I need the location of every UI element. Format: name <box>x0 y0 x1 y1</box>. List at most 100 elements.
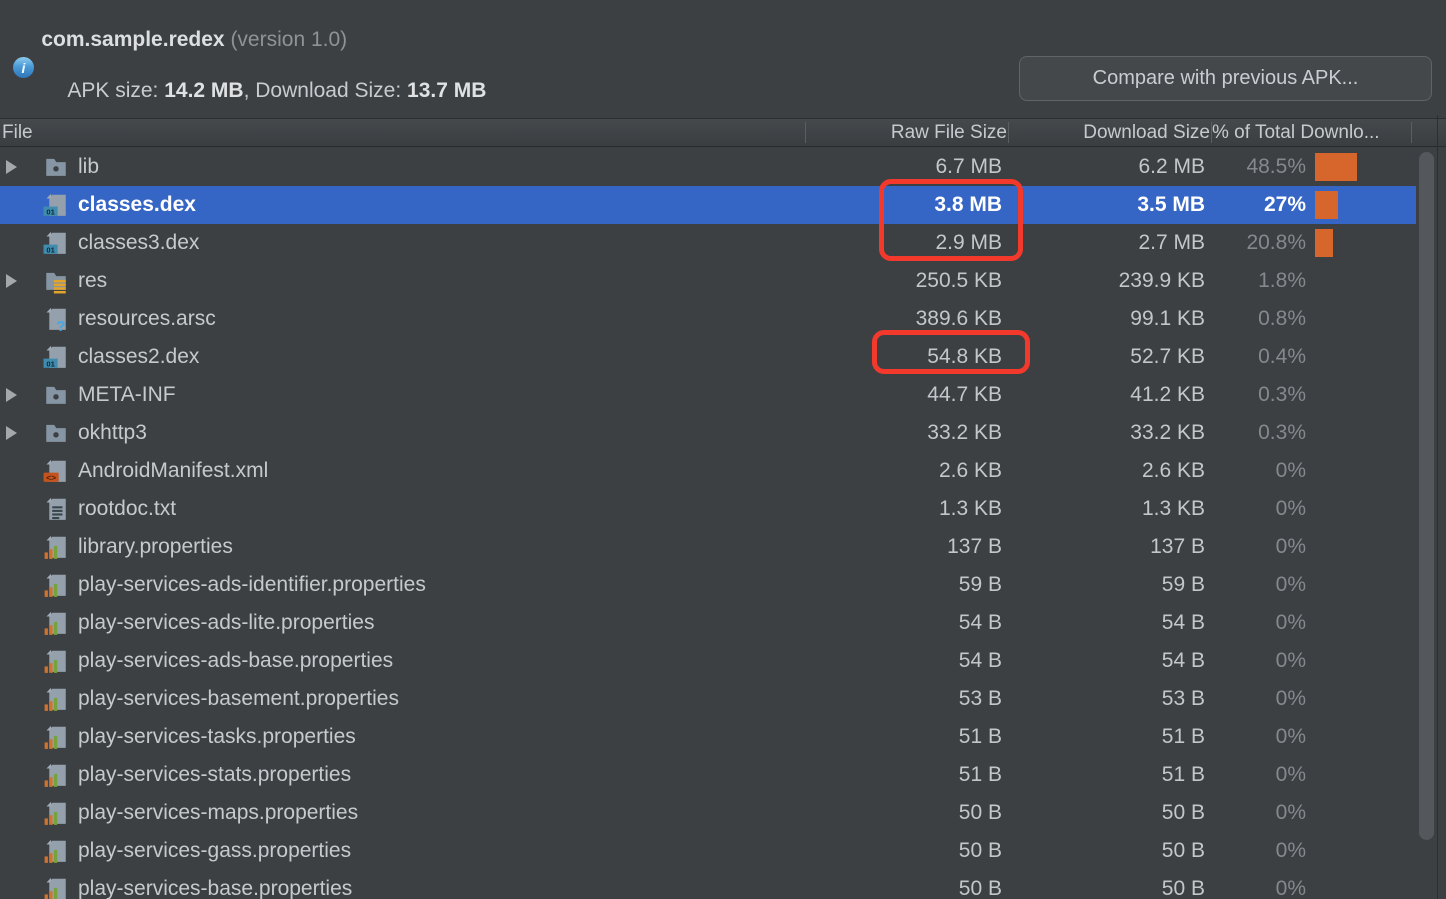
vertical-scrollbar-thumb[interactable] <box>1419 152 1434 840</box>
raw-size-cell: 250.5 KB <box>915 269 1002 292</box>
percent-cell: 0% <box>1275 725 1306 748</box>
file-name: play-services-stats.properties <box>78 763 352 786</box>
download-size-label: , Download Size: <box>243 79 408 102</box>
raw-size-cell: 33.2 KB <box>927 421 1002 444</box>
panel-right-border <box>1437 115 1438 899</box>
svg-text:01: 01 <box>46 359 54 368</box>
properties-file-icon <box>43 724 69 750</box>
raw-size-cell: 51 B <box>958 763 1002 786</box>
table-row[interactable]: <> AndroidManifest.xml 2.6 KB 2.6 KB 0% <box>0 452 1416 490</box>
column-divider[interactable] <box>1008 122 1009 143</box>
raw-size-cell: 53 B <box>958 687 1002 710</box>
download-size-cell: 54 B <box>1161 649 1205 672</box>
percent-cell: 0% <box>1275 687 1306 710</box>
expand-arrow-icon[interactable] <box>6 388 17 402</box>
table-row[interactable]: play-services-ads-lite.properties 54 B 5… <box>0 604 1416 642</box>
download-size-cell: 52.7 KB <box>1130 345 1205 368</box>
raw-size-cell: 50 B <box>958 877 1002 899</box>
properties-file-icon <box>43 800 69 826</box>
table-row[interactable]: play-services-ads-base.properties 54 B 5… <box>0 642 1416 680</box>
percent-cell: 0% <box>1275 801 1306 824</box>
apk-size-label: APK size: <box>67 79 165 102</box>
table-row[interactable]: play-services-ads-identifier.properties … <box>0 566 1416 604</box>
file-name: play-services-ads-lite.properties <box>78 611 375 634</box>
column-divider[interactable] <box>805 122 806 143</box>
download-size-cell: 239.9 KB <box>1118 269 1205 292</box>
properties-file-icon <box>43 648 69 674</box>
column-divider[interactable] <box>1211 122 1212 143</box>
raw-size-cell: 51 B <box>958 725 1002 748</box>
download-size-cell: 2.7 MB <box>1138 231 1205 254</box>
properties-file-icon <box>43 838 69 864</box>
column-header-download-size[interactable]: Download Size <box>1010 119 1210 146</box>
column-header-percent-of-total-download[interactable]: % of Total Downlo... <box>1212 119 1410 146</box>
raw-size-cell: 50 B <box>958 801 1002 824</box>
percent-cell: 0% <box>1275 611 1306 634</box>
arsc-file-icon: ? <box>43 306 69 332</box>
download-size-cell: 137 B <box>1150 535 1205 558</box>
download-size-cell: 54 B <box>1161 611 1205 634</box>
table-row[interactable]: 01 classes3.dex 2.9 MB 2.7 MB 20.8% <box>0 224 1416 262</box>
column-header-file[interactable]: File <box>2 119 402 146</box>
expand-arrow-icon[interactable] <box>6 160 17 174</box>
folder-icon <box>43 382 69 408</box>
raw-size-cell: 54.8 KB <box>927 345 1002 368</box>
raw-size-cell: 50 B <box>958 839 1002 862</box>
percent-cell: 0% <box>1275 839 1306 862</box>
table-row[interactable]: okhttp3 33.2 KB 33.2 KB 0.3% <box>0 414 1416 452</box>
properties-file-icon <box>43 762 69 788</box>
table-row[interactable]: library.properties 137 B 137 B 0% <box>0 528 1416 566</box>
folder-icon <box>43 420 69 446</box>
percent-bar <box>1315 229 1333 257</box>
file-name: play-services-base.properties <box>78 877 353 899</box>
dex-file-icon: 01 <box>43 230 69 256</box>
table-row[interactable]: play-services-base.properties 50 B 50 B … <box>0 870 1416 899</box>
file-name: library.properties <box>78 535 233 558</box>
expand-arrow-icon[interactable] <box>6 426 17 440</box>
download-size-cell: 51 B <box>1161 725 1205 748</box>
raw-size-cell: 54 B <box>958 611 1002 634</box>
apk-analyzer-panel: com.sample.redex (version 1.0) i APK siz… <box>0 0 1446 899</box>
info-icon: i <box>13 57 34 78</box>
column-divider[interactable] <box>1411 122 1412 143</box>
file-name: rootdoc.txt <box>78 497 177 520</box>
compare-with-previous-apk-button[interactable]: Compare with previous APK... <box>1019 56 1432 101</box>
expand-arrow-icon[interactable] <box>6 274 17 288</box>
download-size-cell: 3.5 MB <box>1137 193 1205 216</box>
table-row[interactable]: rootdoc.txt 1.3 KB 1.3 KB 0% <box>0 490 1416 528</box>
svg-text:01: 01 <box>46 245 54 254</box>
table-row[interactable]: 01 classes2.dex 54.8 KB 52.7 KB 0.4% <box>0 338 1416 376</box>
raw-size-cell: 54 B <box>958 649 1002 672</box>
table-row[interactable]: play-services-stats.properties 51 B 51 B… <box>0 756 1416 794</box>
table-row[interactable]: play-services-maps.properties 50 B 50 B … <box>0 794 1416 832</box>
download-size-cell: 1.3 KB <box>1141 497 1205 520</box>
percent-cell: 0.3% <box>1258 421 1306 444</box>
properties-file-icon <box>43 610 69 636</box>
percent-cell: 0.8% <box>1258 307 1306 330</box>
download-size-cell: 2.6 KB <box>1141 459 1205 482</box>
file-name: play-services-ads-identifier.properties <box>78 573 426 596</box>
properties-file-icon <box>43 686 69 712</box>
raw-size-cell: 59 B <box>958 573 1002 596</box>
package-name: com.sample.redex <box>41 28 225 51</box>
percent-cell: 0% <box>1275 573 1306 596</box>
raw-size-cell: 44.7 KB <box>927 383 1002 406</box>
download-size-cell: 41.2 KB <box>1130 383 1205 406</box>
raw-size-cell: 389.6 KB <box>915 307 1002 330</box>
table-row[interactable]: play-services-gass.properties 50 B 50 B … <box>0 832 1416 870</box>
dex-file-icon: 01 <box>43 344 69 370</box>
percent-cell: 0% <box>1275 763 1306 786</box>
table-row[interactable]: 01 classes.dex 3.8 MB 3.5 MB 27% <box>0 186 1416 224</box>
table-row[interactable]: play-services-tasks.properties 51 B 51 B… <box>0 718 1416 756</box>
file-name: play-services-ads-base.properties <box>78 649 394 672</box>
table-row[interactable]: play-services-basement.properties 53 B 5… <box>0 680 1416 718</box>
table-row[interactable]: META-INF 44.7 KB 41.2 KB 0.3% <box>0 376 1416 414</box>
percent-cell: 0% <box>1275 535 1306 558</box>
raw-size-cell: 3.8 MB <box>934 193 1002 216</box>
table-row[interactable]: lib 6.7 MB 6.2 MB 48.5% <box>0 148 1416 186</box>
table-row[interactable]: res 250.5 KB 239.9 KB 1.8% <box>0 262 1416 300</box>
table-row[interactable]: ? resources.arsc 389.6 KB 99.1 KB 0.8% <box>0 300 1416 338</box>
column-header-raw-file-size[interactable]: Raw File Size <box>800 119 1007 146</box>
file-table-body: lib 6.7 MB 6.2 MB 48.5% 01 classes.dex 3… <box>0 148 1446 899</box>
apk-size-value: 14.2 MB <box>164 79 244 102</box>
